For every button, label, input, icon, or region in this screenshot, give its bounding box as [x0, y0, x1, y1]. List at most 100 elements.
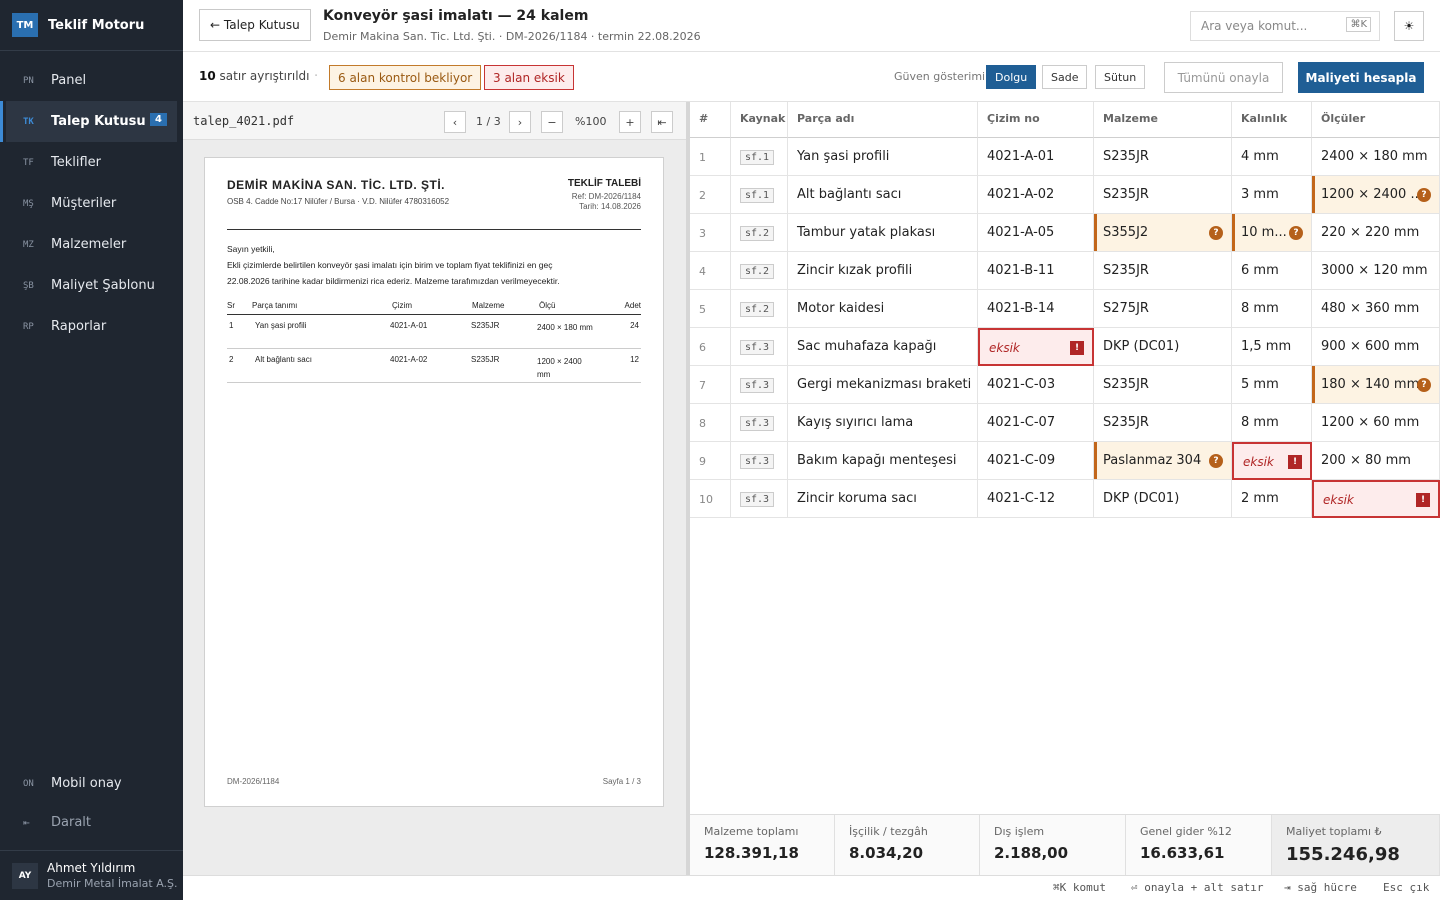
- cell-dimensions[interactable]: eksik!: [1312, 480, 1440, 518]
- source-page-link[interactable]: sf.3: [740, 492, 775, 507]
- cell-dimensions[interactable]: 2400 × 180 mm: [1312, 138, 1440, 176]
- source-page-link[interactable]: sf.1: [740, 188, 775, 203]
- cell-part-name[interactable]: Zincir koruma sacı: [788, 480, 978, 518]
- cell-drawing-no[interactable]: eksik!: [978, 328, 1094, 366]
- cell-row-number[interactable]: 9: [690, 442, 731, 480]
- cell-part-name[interactable]: Alt bağlantı sacı: [788, 176, 978, 214]
- cell-row-number[interactable]: 7: [690, 366, 731, 404]
- cell-dimensions[interactable]: 200 × 80 mm: [1312, 442, 1440, 480]
- source-page-link[interactable]: sf.2: [740, 226, 775, 241]
- question-icon[interactable]: ?: [1209, 226, 1223, 240]
- sidebar-item-musteriler[interactable]: MŞ Müşteriler: [0, 183, 183, 224]
- column-header-source-page[interactable]: Kaynak: [731, 102, 788, 138]
- sidebar-item-teklifler[interactable]: TF Teklifler: [0, 142, 183, 183]
- question-icon[interactable]: ?: [1417, 188, 1431, 202]
- collapse-sidebar-button[interactable]: ⇤ Daralt: [0, 803, 183, 842]
- cell-drawing-no[interactable]: 4021-B-14: [978, 290, 1094, 328]
- cell-dimensions[interactable]: 480 × 360 mm: [1312, 290, 1440, 328]
- app-header[interactable]: TM Teklif Motoru: [0, 0, 183, 51]
- cell-source-page[interactable]: sf.2: [731, 252, 788, 290]
- cell-source-page[interactable]: sf.2: [731, 214, 788, 252]
- cell-dimensions[interactable]: 1200 × 2400 ...?: [1312, 176, 1440, 214]
- zoom-in-button[interactable]: +: [619, 111, 641, 133]
- cell-drawing-no[interactable]: 4021-A-05: [978, 214, 1094, 252]
- sidebar-item-mobil-onay[interactable]: ON Mobil onay: [0, 764, 183, 803]
- cell-material[interactable]: Paslanmaz 304?: [1094, 442, 1232, 480]
- search-input[interactable]: Ara veya komut... ⌘K: [1190, 11, 1380, 41]
- cell-drawing-no[interactable]: 4021-C-03: [978, 366, 1094, 404]
- cell-thickness[interactable]: 2 mm: [1232, 480, 1312, 518]
- column-header-drawing-no[interactable]: Çizim no: [978, 102, 1094, 138]
- cell-row-number[interactable]: 5: [690, 290, 731, 328]
- approve-all-button[interactable]: Tümünü onayla: [1164, 62, 1283, 93]
- cell-thickness[interactable]: 8 mm: [1232, 404, 1312, 442]
- mode-dolgu-button[interactable]: Dolgu: [986, 65, 1037, 89]
- cell-part-name[interactable]: Bakım kapağı menteşesi: [788, 442, 978, 480]
- theme-toggle-button[interactable]: ☀: [1394, 11, 1424, 41]
- source-page-link[interactable]: sf.2: [740, 302, 775, 317]
- cell-material[interactable]: S235JR: [1094, 404, 1232, 442]
- source-page-link[interactable]: sf.3: [740, 454, 775, 469]
- column-header-part-name[interactable]: Parça adı: [788, 102, 978, 138]
- source-page-link[interactable]: sf.2: [740, 264, 775, 279]
- collapse-pdf-button[interactable]: ⇤: [651, 111, 673, 133]
- cell-thickness[interactable]: 8 mm: [1232, 290, 1312, 328]
- cell-material[interactable]: S235JR: [1094, 176, 1232, 214]
- cell-dimensions[interactable]: 180 × 140 mm?: [1312, 366, 1440, 404]
- cell-row-number[interactable]: 6: [690, 328, 731, 366]
- cell-dimensions[interactable]: 220 × 220 mm: [1312, 214, 1440, 252]
- cell-dimensions[interactable]: 900 × 600 mm: [1312, 328, 1440, 366]
- cell-thickness[interactable]: 10 m...?: [1232, 214, 1312, 252]
- mode-sutun-button[interactable]: Sütun: [1095, 65, 1146, 89]
- column-header-dimensions[interactable]: Ölçüler: [1312, 102, 1440, 138]
- cell-source-page[interactable]: sf.3: [731, 328, 788, 366]
- cell-source-page[interactable]: sf.3: [731, 404, 788, 442]
- mode-sade-button[interactable]: Sade: [1042, 65, 1088, 89]
- column-header-thickness[interactable]: Kalınlık: [1232, 102, 1312, 138]
- cell-thickness[interactable]: 6 mm: [1232, 252, 1312, 290]
- cell-source-page[interactable]: sf.1: [731, 176, 788, 214]
- source-page-link[interactable]: sf.1: [740, 150, 775, 165]
- missing-filter-chip[interactable]: 3 alan eksik: [484, 65, 574, 90]
- column-header-material[interactable]: Malzeme: [1094, 102, 1232, 138]
- cell-drawing-no[interactable]: 4021-A-02: [978, 176, 1094, 214]
- zoom-out-button[interactable]: −: [541, 111, 563, 133]
- cell-source-page[interactable]: sf.3: [731, 366, 788, 404]
- question-icon[interactable]: ?: [1417, 378, 1431, 392]
- cell-material[interactable]: S355J2?: [1094, 214, 1232, 252]
- cell-source-page[interactable]: sf.3: [731, 442, 788, 480]
- cell-row-number[interactable]: 2: [690, 176, 731, 214]
- cell-thickness[interactable]: 5 mm: [1232, 366, 1312, 404]
- cell-drawing-no[interactable]: 4021-C-12: [978, 480, 1094, 518]
- calculate-cost-button[interactable]: Maliyeti hesapla: [1298, 62, 1424, 93]
- cell-drawing-no[interactable]: 4021-C-09: [978, 442, 1094, 480]
- next-page-button[interactable]: ›: [509, 111, 531, 133]
- cell-part-name[interactable]: Yan şasi profili: [788, 138, 978, 176]
- sidebar-item-raporlar[interactable]: RP Raporlar: [0, 306, 183, 347]
- sidebar-item-maliyet-sablonu[interactable]: ŞB Maliyet Şablonu: [0, 265, 183, 306]
- cell-material[interactable]: DKP (DC01): [1094, 480, 1232, 518]
- prev-page-button[interactable]: ‹: [444, 111, 466, 133]
- cell-source-page[interactable]: sf.2: [731, 290, 788, 328]
- question-icon[interactable]: ?: [1289, 226, 1303, 240]
- cell-source-page[interactable]: sf.1: [731, 138, 788, 176]
- cell-part-name[interactable]: Motor kaidesi: [788, 290, 978, 328]
- cell-part-name[interactable]: Zincir kızak profili: [788, 252, 978, 290]
- cell-part-name[interactable]: Kayış sıyırıcı lama: [788, 404, 978, 442]
- cell-part-name[interactable]: Gergi mekanizması braketi: [788, 366, 978, 404]
- cell-thickness[interactable]: 3 mm: [1232, 176, 1312, 214]
- cell-dimensions[interactable]: 3000 × 120 mm: [1312, 252, 1440, 290]
- cell-thickness[interactable]: eksik!: [1232, 442, 1312, 480]
- cell-drawing-no[interactable]: 4021-C-07: [978, 404, 1094, 442]
- cell-row-number[interactable]: 4: [690, 252, 731, 290]
- cell-material[interactable]: S235JR: [1094, 252, 1232, 290]
- cell-drawing-no[interactable]: 4021-B-11: [978, 252, 1094, 290]
- cell-dimensions[interactable]: 1200 × 60 mm: [1312, 404, 1440, 442]
- question-icon[interactable]: ?: [1209, 454, 1223, 468]
- cell-row-number[interactable]: 3: [690, 214, 731, 252]
- cell-part-name[interactable]: Sac muhafaza kapağı: [788, 328, 978, 366]
- cell-material[interactable]: S235JR: [1094, 366, 1232, 404]
- warning-filter-chip[interactable]: 6 alan kontrol bekliyor: [329, 65, 482, 90]
- column-header-row-number[interactable]: #: [690, 102, 731, 138]
- sidebar-item-talep-kutusu[interactable]: TK Talep Kutusu 4: [0, 101, 177, 142]
